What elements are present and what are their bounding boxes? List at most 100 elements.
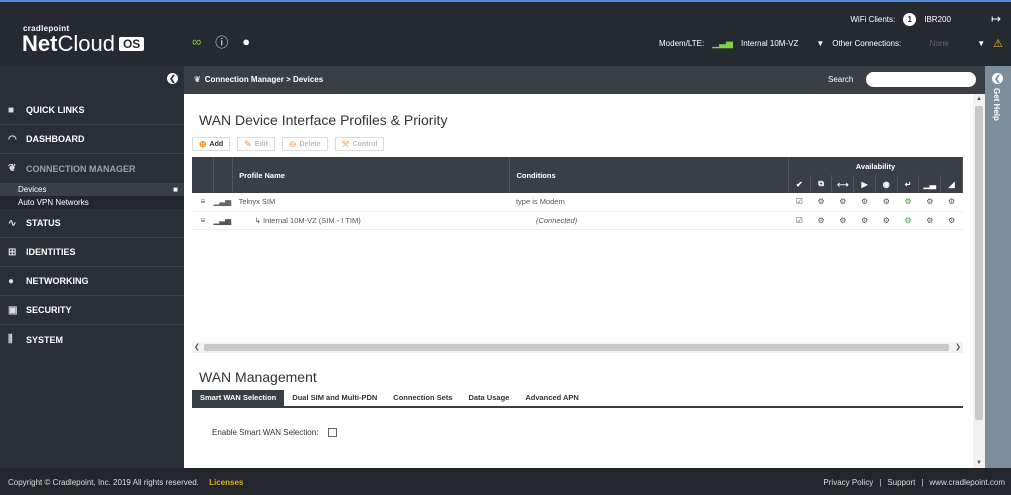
control-button[interactable]: ⚒ Control bbox=[334, 137, 385, 151]
gear-icon[interactable]: ⚙ bbox=[853, 211, 876, 230]
sidebar-item-label: QUICK LINKS bbox=[26, 105, 85, 115]
help-icon[interactable]: ⓘ bbox=[215, 32, 228, 51]
col-profile-name[interactable]: Profile Name bbox=[232, 157, 511, 193]
search-input[interactable] bbox=[866, 72, 976, 87]
sidebar-item-security[interactable]: ▣ SECURITY bbox=[0, 296, 184, 325]
logout-icon[interactable]: ↦ bbox=[991, 12, 1001, 26]
help-collapse-icon[interactable]: ❮ bbox=[992, 73, 1003, 84]
gear-icon[interactable]: ⚙ bbox=[831, 193, 854, 212]
sidebar-subitem-devices[interactable]: Devices ■ bbox=[0, 183, 184, 196]
support-link[interactable]: Support bbox=[887, 478, 915, 487]
return-icon: ↵ bbox=[897, 175, 920, 193]
sidebar-item-identities[interactable]: ⊞ IDENTITIES bbox=[0, 238, 184, 267]
logo-os: OS bbox=[118, 37, 145, 51]
scroll-thumb[interactable] bbox=[204, 344, 949, 351]
help-rail[interactable]: ❮ Get Help bbox=[985, 66, 1011, 468]
search-label: Search bbox=[828, 75, 854, 84]
scroll-thumb[interactable] bbox=[975, 106, 983, 420]
drag-handle-icon[interactable]: ≡ bbox=[192, 211, 214, 230]
dashboard-icon: ◠ bbox=[8, 133, 17, 145]
header-icons: ∞ ⓘ ● bbox=[192, 32, 250, 51]
device-name: IBR200 bbox=[924, 14, 951, 24]
bookmark-icon[interactable]: ■ bbox=[173, 185, 178, 194]
modem-dropdown-icon[interactable]: ▼ bbox=[816, 39, 824, 48]
signal-bars-icon: ▁▃▅ bbox=[712, 38, 733, 48]
connections-icon[interactable]: ∞ bbox=[192, 34, 201, 49]
sidebar-collapse-icon[interactable]: ❮ bbox=[167, 73, 178, 84]
gear-icon[interactable]: ⚙ bbox=[897, 211, 919, 230]
gear-icon[interactable]: ⚙ bbox=[875, 193, 898, 212]
control-button-label: Control bbox=[352, 140, 378, 148]
gear-icon[interactable]: ⚙ bbox=[897, 193, 919, 212]
breadcrumb: ❦ Connection Manager > Devices bbox=[194, 75, 323, 84]
scroll-right-icon[interactable]: ❯ bbox=[955, 343, 961, 351]
scroll-left-icon[interactable]: ❮ bbox=[194, 343, 200, 351]
table-row[interactable]: ≡ ▁▃▅ Telnyx SIM type is Modem ☑ ⚙ ⚙ ⚙ ⚙… bbox=[192, 193, 963, 212]
gear-icon[interactable]: ⚙ bbox=[918, 211, 941, 230]
logo-cloud: Cloud bbox=[57, 31, 115, 56]
signal-icon: ▁▃▅ bbox=[213, 211, 233, 230]
pencil-icon: ✎ bbox=[244, 138, 252, 149]
tab-dual-sim[interactable]: Dual SIM and Multi-PDN bbox=[284, 390, 385, 406]
app-root: cradlepoint NetCloud OS ∞ ⓘ ● WiFi Client… bbox=[0, 0, 1011, 495]
table-horizontal-scrollbar[interactable]: ❮ ❯ bbox=[192, 342, 963, 353]
sidebar-subitem-label: Devices bbox=[18, 185, 47, 194]
netcloud-logo[interactable]: cradlepoint NetCloud OS bbox=[22, 24, 145, 56]
scroll-down-icon[interactable]: ▼ bbox=[976, 460, 982, 466]
table-row[interactable]: ≡ ▁▃▅ ↳ Internal 10M-VZ (SIM - I TIM) (C… bbox=[192, 211, 963, 230]
checkbox-icon[interactable]: ☑ bbox=[788, 193, 811, 212]
licenses-link[interactable]: Licenses bbox=[209, 478, 243, 487]
checkbox-icon[interactable]: ☑ bbox=[788, 211, 811, 230]
tab-connection-sets[interactable]: Connection Sets bbox=[385, 390, 460, 406]
sidebar-item-status[interactable]: ∿ STATUS bbox=[0, 209, 184, 238]
scroll-up-icon[interactable]: ▲ bbox=[976, 96, 982, 102]
footer-left: Copyright © Cradlepoint, Inc. 2019 All r… bbox=[8, 478, 243, 487]
top-header: cradlepoint NetCloud OS ∞ ⓘ ● WiFi Client… bbox=[0, 0, 1011, 66]
sidebar-item-quick-links[interactable]: ■ QUICK LINKS bbox=[0, 96, 184, 125]
sidebar-item-networking[interactable]: ● NETWORKING bbox=[0, 267, 184, 296]
gear-icon[interactable]: ⚙ bbox=[918, 193, 941, 212]
sidebar-item-system[interactable]: ⫼ SYSTEM bbox=[0, 325, 184, 354]
chat-icon[interactable]: ● bbox=[242, 34, 250, 49]
sidebar-item-label: IDENTITIES bbox=[26, 247, 76, 257]
gear-icon[interactable]: ⚙ bbox=[940, 211, 963, 230]
devices-toolbar: ⊕ Add ✎ Edit ⊖ Delete ⚒ Control bbox=[192, 137, 385, 151]
edit-button[interactable]: ✎ Edit bbox=[237, 137, 275, 151]
gear-icon[interactable]: ⚙ bbox=[810, 193, 832, 212]
main-vertical-scrollbar[interactable]: ▲ ▼ bbox=[973, 94, 985, 468]
sidebar-subitem-auto-vpn[interactable]: Auto VPN Networks bbox=[0, 196, 184, 209]
wan-management-tabs: Smart WAN Selection Dual SIM and Multi-P… bbox=[192, 390, 963, 408]
sidebar-item-label: CONNECTION MANAGER bbox=[26, 163, 136, 174]
copyright-text: Copyright © Cradlepoint, Inc. 2019 All r… bbox=[8, 478, 199, 487]
warning-icon[interactable]: ⚠ bbox=[993, 37, 1003, 50]
footer: Copyright © Cradlepoint, Inc. 2019 All r… bbox=[0, 468, 1011, 495]
gear-icon[interactable]: ⚙ bbox=[875, 211, 898, 230]
gear-icon[interactable]: ⚙ bbox=[831, 211, 854, 230]
website-link[interactable]: www.cradlepoint.com bbox=[929, 478, 1005, 487]
add-button[interactable]: ⊕ Add bbox=[192, 137, 231, 151]
tab-advanced-apn[interactable]: Advanced APN bbox=[517, 390, 587, 406]
modem-label: Modem/LTE: bbox=[659, 39, 705, 48]
gear-icon[interactable]: ⚙ bbox=[940, 193, 963, 212]
gear-icon[interactable]: ⚙ bbox=[853, 193, 876, 212]
bookmark-icon: ■ bbox=[8, 104, 15, 116]
col-availability: Availability bbox=[788, 157, 964, 175]
drag-handle-icon[interactable]: ≡ bbox=[192, 193, 214, 212]
signal-icon: ▁▃▅ bbox=[213, 193, 233, 212]
tab-data-usage[interactable]: Data Usage bbox=[460, 390, 517, 406]
pulse-icon: ∿ bbox=[8, 217, 17, 229]
col-conditions[interactable]: Conditions bbox=[509, 157, 789, 193]
wifi-clients-count[interactable]: 1 bbox=[903, 12, 917, 26]
other-connections-dropdown-icon[interactable]: ▼ bbox=[977, 39, 985, 48]
sidebar-item-connection-manager[interactable]: ❦ CONNECTION MANAGER bbox=[0, 154, 184, 183]
sub-arrow-icon: ↳ bbox=[254, 215, 263, 225]
delete-button[interactable]: ⊖ Delete bbox=[281, 137, 328, 151]
gear-icon[interactable]: ⚙ bbox=[810, 211, 832, 230]
sidebar-item-dashboard[interactable]: ◠ DASHBOARD bbox=[0, 125, 184, 154]
tab-smart-wan-selection[interactable]: Smart WAN Selection bbox=[192, 390, 285, 406]
enable-smart-wan-label: Enable Smart WAN Selection: bbox=[212, 428, 319, 437]
get-help-label[interactable]: Get Help bbox=[992, 88, 1001, 121]
wrench-icon: ⚒ bbox=[341, 138, 350, 149]
enable-smart-wan-checkbox[interactable] bbox=[328, 428, 338, 437]
privacy-policy-link[interactable]: Privacy Policy bbox=[823, 478, 873, 487]
